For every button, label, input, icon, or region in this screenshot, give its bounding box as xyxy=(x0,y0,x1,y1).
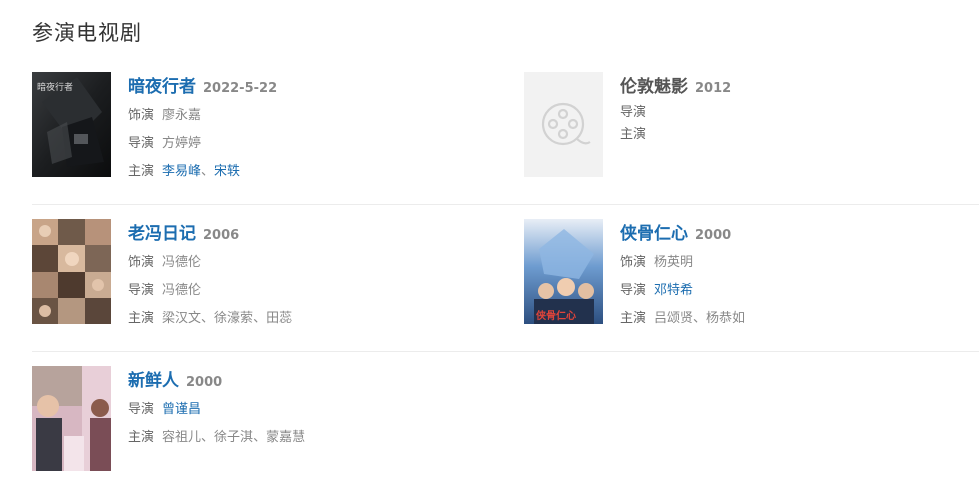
poster-image[interactable] xyxy=(32,219,111,324)
work-year: 2000 xyxy=(186,375,223,390)
cast-separator: 、 xyxy=(253,430,267,445)
cast-label: 主演 xyxy=(620,311,647,326)
cast-label: 主演 xyxy=(128,430,155,445)
work-title-link[interactable]: 新鲜人 xyxy=(128,366,179,391)
cast-name: 梁汉文 xyxy=(162,311,202,326)
cast-separator: 、 xyxy=(201,164,215,179)
poster-image[interactable] xyxy=(32,366,111,471)
work-year: 2022-5-22 xyxy=(203,81,278,96)
work-title: 伦敦魅影 xyxy=(620,77,688,97)
cast-label: 主演 xyxy=(128,164,155,179)
role-label: 饰演 xyxy=(128,108,155,123)
poster-image[interactable]: 暗夜行者 xyxy=(32,72,111,177)
cast-name: 徐濠萦 xyxy=(214,311,254,326)
cast-name: 容祖儿 xyxy=(162,430,202,445)
row-divider xyxy=(32,204,979,205)
cast-name: 田蕊 xyxy=(266,311,293,326)
director-label: 导演 xyxy=(128,283,155,298)
role-name: 廖永嘉 xyxy=(162,108,202,123)
director-label: 导演 xyxy=(620,283,647,298)
director-name: 方婷婷 xyxy=(162,136,202,151)
section-title: 参演电视剧 xyxy=(32,21,142,45)
row-divider xyxy=(32,351,979,352)
film-reel-icon xyxy=(541,102,591,146)
cast-link[interactable]: 李易峰 xyxy=(162,164,201,179)
director-link[interactable]: 曾谨昌 xyxy=(162,402,201,417)
cast-name: 杨恭如 xyxy=(706,311,746,326)
poster-image[interactable]: 侠骨仁心 xyxy=(524,219,603,324)
work-year: 2006 xyxy=(203,228,240,243)
director-label: 导演 xyxy=(620,105,647,120)
cast-name: 蒙嘉慧 xyxy=(266,430,306,445)
cast-name: 吕颂贤 xyxy=(654,311,694,326)
work-title-link[interactable]: 侠骨仁心 xyxy=(620,219,688,244)
director-label: 导演 xyxy=(128,136,155,151)
poster-caption: 侠骨仁心 xyxy=(536,309,576,322)
cast-label: 主演 xyxy=(128,311,155,326)
role-label: 饰演 xyxy=(128,255,155,270)
work-title-link[interactable]: 暗夜行者 xyxy=(128,72,196,97)
work-year: 2000 xyxy=(695,228,732,243)
cast-separator: 、 xyxy=(201,311,215,326)
work-title-link[interactable]: 老冯日记 xyxy=(128,219,196,244)
role-label: 饰演 xyxy=(620,255,647,270)
cast-separator: 、 xyxy=(253,311,267,326)
work-year: 2012 xyxy=(695,81,732,96)
director-name: 冯德伦 xyxy=(162,283,202,298)
role-name: 冯德伦 xyxy=(162,255,202,270)
cast-label: 主演 xyxy=(620,127,647,142)
cast-name: 徐子淇 xyxy=(214,430,254,445)
role-name: 杨英明 xyxy=(654,255,694,270)
director-label: 导演 xyxy=(128,402,155,417)
cast-separator: 、 xyxy=(201,430,215,445)
cast-separator: 、 xyxy=(693,311,707,326)
director-link[interactable]: 邓特希 xyxy=(654,283,693,298)
poster-placeholder[interactable] xyxy=(524,72,603,177)
poster-caption: 暗夜行者 xyxy=(37,81,73,93)
cast-link[interactable]: 宋轶 xyxy=(214,164,240,179)
